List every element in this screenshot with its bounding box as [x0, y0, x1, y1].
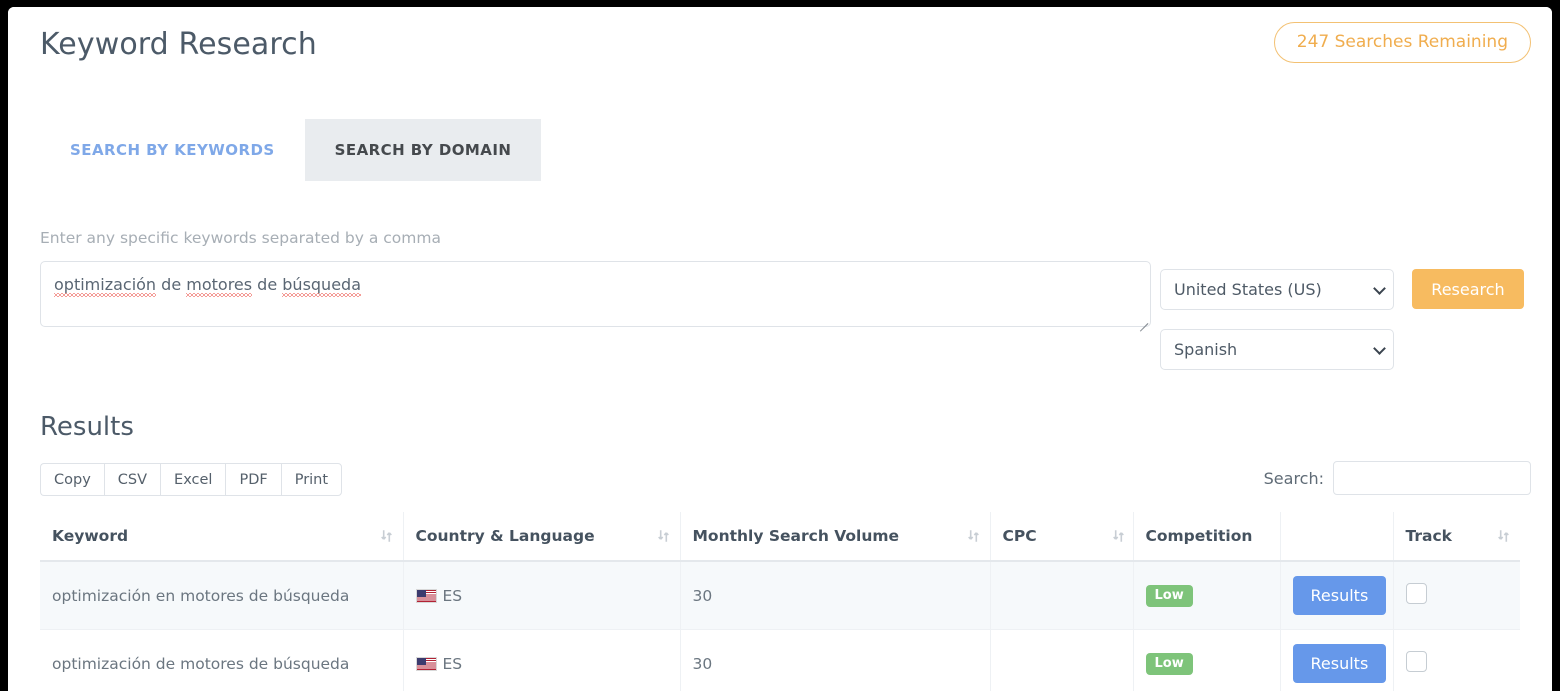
browser-viewport: Keyword Research 247 Searches Remaining … — [8, 7, 1552, 691]
column-header-keyword-label: Keyword — [52, 527, 128, 545]
export-excel-button[interactable]: Excel — [160, 463, 225, 496]
cell-competition: Low — [1133, 561, 1280, 630]
column-header-track[interactable]: Track — [1393, 512, 1520, 561]
row-results-button[interactable]: Results — [1293, 576, 1387, 615]
cell-keyword: optimización en motores de búsqueda — [40, 561, 403, 630]
table-header-row: Keyword Country & Language Monthly Searc… — [40, 512, 1520, 561]
tab-search-by-keywords[interactable]: SEARCH BY KEYWORDS — [40, 119, 305, 181]
sort-icon-keyword — [380, 529, 393, 543]
cell-country-language: ES — [403, 561, 680, 630]
sort-icon-track — [1497, 529, 1510, 543]
column-header-competition[interactable]: Competition — [1133, 512, 1280, 561]
cell-cpc — [990, 561, 1133, 630]
results-heading: Results — [40, 412, 134, 442]
track-checkbox[interactable] — [1406, 651, 1427, 672]
results-table-body: optimización en motores de búsqueda ES 3… — [40, 561, 1520, 691]
cell-keyword: optimización de motores de búsqueda — [40, 630, 403, 691]
cell-country-language-label: ES — [443, 655, 463, 673]
language-select[interactable]: Spanish — [1160, 329, 1394, 370]
column-header-competition-label: Competition — [1146, 527, 1253, 545]
column-header-actions — [1280, 512, 1393, 561]
export-csv-button[interactable]: CSV — [104, 463, 160, 496]
column-header-monthly-search-volume-label: Monthly Search Volume — [693, 527, 900, 545]
table-search-wrapper: Search: — [1264, 461, 1531, 495]
cell-monthly-search-volume: 30 — [680, 630, 990, 691]
cell-cpc — [990, 630, 1133, 691]
cell-monthly-search-volume: 30 — [680, 561, 990, 630]
column-header-country-language-label: Country & Language — [416, 527, 595, 545]
cell-track — [1393, 630, 1520, 691]
track-checkbox[interactable] — [1406, 583, 1427, 604]
results-table-head: Keyword Country & Language Monthly Searc… — [40, 512, 1520, 561]
export-print-button[interactable]: Print — [281, 463, 342, 496]
keyword-field-hint: Enter any specific keywords separated by… — [40, 229, 441, 247]
keyword-input[interactable] — [40, 261, 1151, 327]
search-mode-tabs: SEARCH BY KEYWORDS SEARCH BY DOMAIN — [40, 119, 541, 181]
table-search-input[interactable] — [1333, 461, 1531, 495]
results-table: Keyword Country & Language Monthly Searc… — [40, 512, 1520, 691]
export-pdf-button[interactable]: PDF — [225, 463, 280, 496]
page-title: Keyword Research — [40, 27, 317, 62]
table-row: optimización de motores de búsqueda ES 3… — [40, 630, 1520, 691]
sort-icon-monthly-search-volume — [967, 529, 980, 543]
country-select[interactable]: United States (US) — [1160, 269, 1394, 310]
table-search-label: Search: — [1264, 469, 1324, 488]
cell-actions: Results — [1280, 561, 1393, 630]
export-copy-button[interactable]: Copy — [40, 463, 104, 496]
searches-remaining-badge: 247 Searches Remaining — [1274, 22, 1531, 63]
table-row: optimización en motores de búsqueda ES 3… — [40, 561, 1520, 630]
cell-actions: Results — [1280, 630, 1393, 691]
export-buttons-group: Copy CSV Excel PDF Print — [40, 463, 342, 496]
competition-badge: Low — [1146, 585, 1193, 607]
sort-icon-cpc — [1112, 529, 1125, 543]
column-header-country-language[interactable]: Country & Language — [403, 512, 680, 561]
column-header-keyword[interactable]: Keyword — [40, 512, 403, 561]
competition-badge: Low — [1146, 653, 1193, 675]
cell-country-language: ES — [403, 630, 680, 691]
cell-country-language-label: ES — [443, 587, 463, 605]
research-button[interactable]: Research — [1412, 269, 1524, 309]
column-header-cpc[interactable]: CPC — [990, 512, 1133, 561]
page-header: Keyword Research 247 Searches Remaining — [8, 7, 1552, 93]
column-header-cpc-label: CPC — [1003, 527, 1037, 545]
sort-icon-country-language — [657, 529, 670, 543]
tab-search-by-domain[interactable]: SEARCH BY DOMAIN — [305, 119, 542, 181]
row-results-button[interactable]: Results — [1293, 644, 1387, 683]
cell-competition: Low — [1133, 630, 1280, 691]
us-flag-icon — [416, 657, 437, 671]
us-flag-icon — [416, 589, 437, 603]
column-header-track-label: Track — [1406, 527, 1452, 545]
column-header-monthly-search-volume[interactable]: Monthly Search Volume — [680, 512, 990, 561]
keyword-research-page: Keyword Research 247 Searches Remaining … — [8, 7, 1552, 691]
cell-track — [1393, 561, 1520, 630]
